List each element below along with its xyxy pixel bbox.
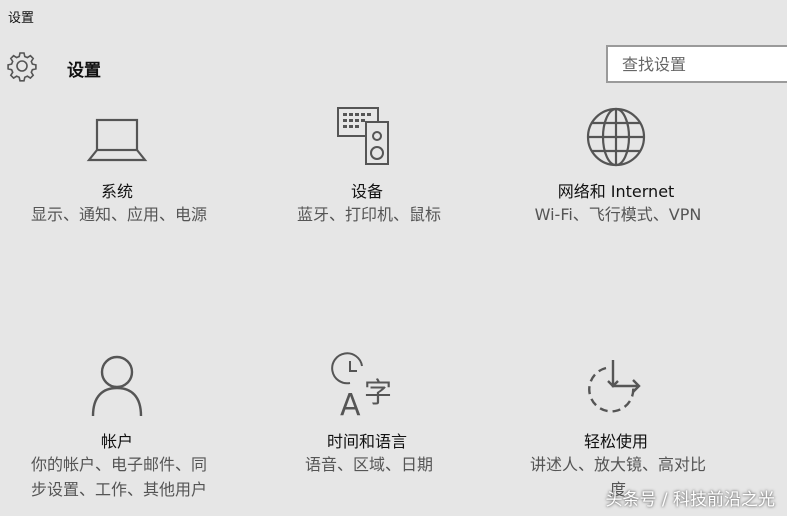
- tile-name: 时间和语言: [326, 432, 407, 451]
- tile-name: 网络和 Internet: [557, 182, 675, 201]
- person-icon: [91, 355, 143, 417]
- svg-text:A: A: [340, 388, 361, 423]
- gear-icon: [7, 52, 37, 82]
- tile-name: 设备: [350, 182, 383, 201]
- tile-desc: 蓝牙、打印机、鼠标: [296, 205, 441, 224]
- tile-name: 系统: [100, 182, 133, 201]
- tile-desc: 语音、区域、日期: [304, 455, 433, 474]
- tile-desc: 你的帐户、电子邮件、同步设置、工作、其他用户: [30, 455, 207, 499]
- tile-time-language[interactable]: A 字 时间和语言 语音、区域、日期: [267, 352, 467, 516]
- watermark: 头条号 / 科技前沿之光: [605, 490, 775, 510]
- tile-devices[interactable]: 设备 蓝牙、打印机、鼠标: [267, 104, 467, 254]
- tile-name: 轻松使用: [583, 432, 648, 451]
- tile-desc: Wi-Fi、飞行模式、VPN: [534, 205, 702, 224]
- tile-system[interactable]: 系统 显示、通知、应用、电源: [17, 110, 217, 260]
- tile-network[interactable]: 网络和 Internet Wi-Fi、飞行模式、VPN: [516, 104, 716, 254]
- laptop-icon: [86, 118, 148, 162]
- window-title: 设置: [8, 11, 35, 26]
- search-input[interactable]: [606, 45, 787, 83]
- page-title: 设置: [67, 61, 101, 81]
- tile-desc: 显示、通知、应用、电源: [30, 205, 207, 224]
- ease-of-access-icon: [588, 360, 641, 413]
- time-language-icon: A 字: [331, 352, 392, 423]
- tile-accounts[interactable]: 帐户 你的帐户、电子邮件、同步设置、工作、其他用户: [17, 352, 217, 516]
- tile-name: 帐户: [100, 432, 133, 451]
- globe-icon: [586, 107, 646, 167]
- svg-text:字: 字: [364, 376, 392, 409]
- devices-icon: [337, 107, 389, 165]
